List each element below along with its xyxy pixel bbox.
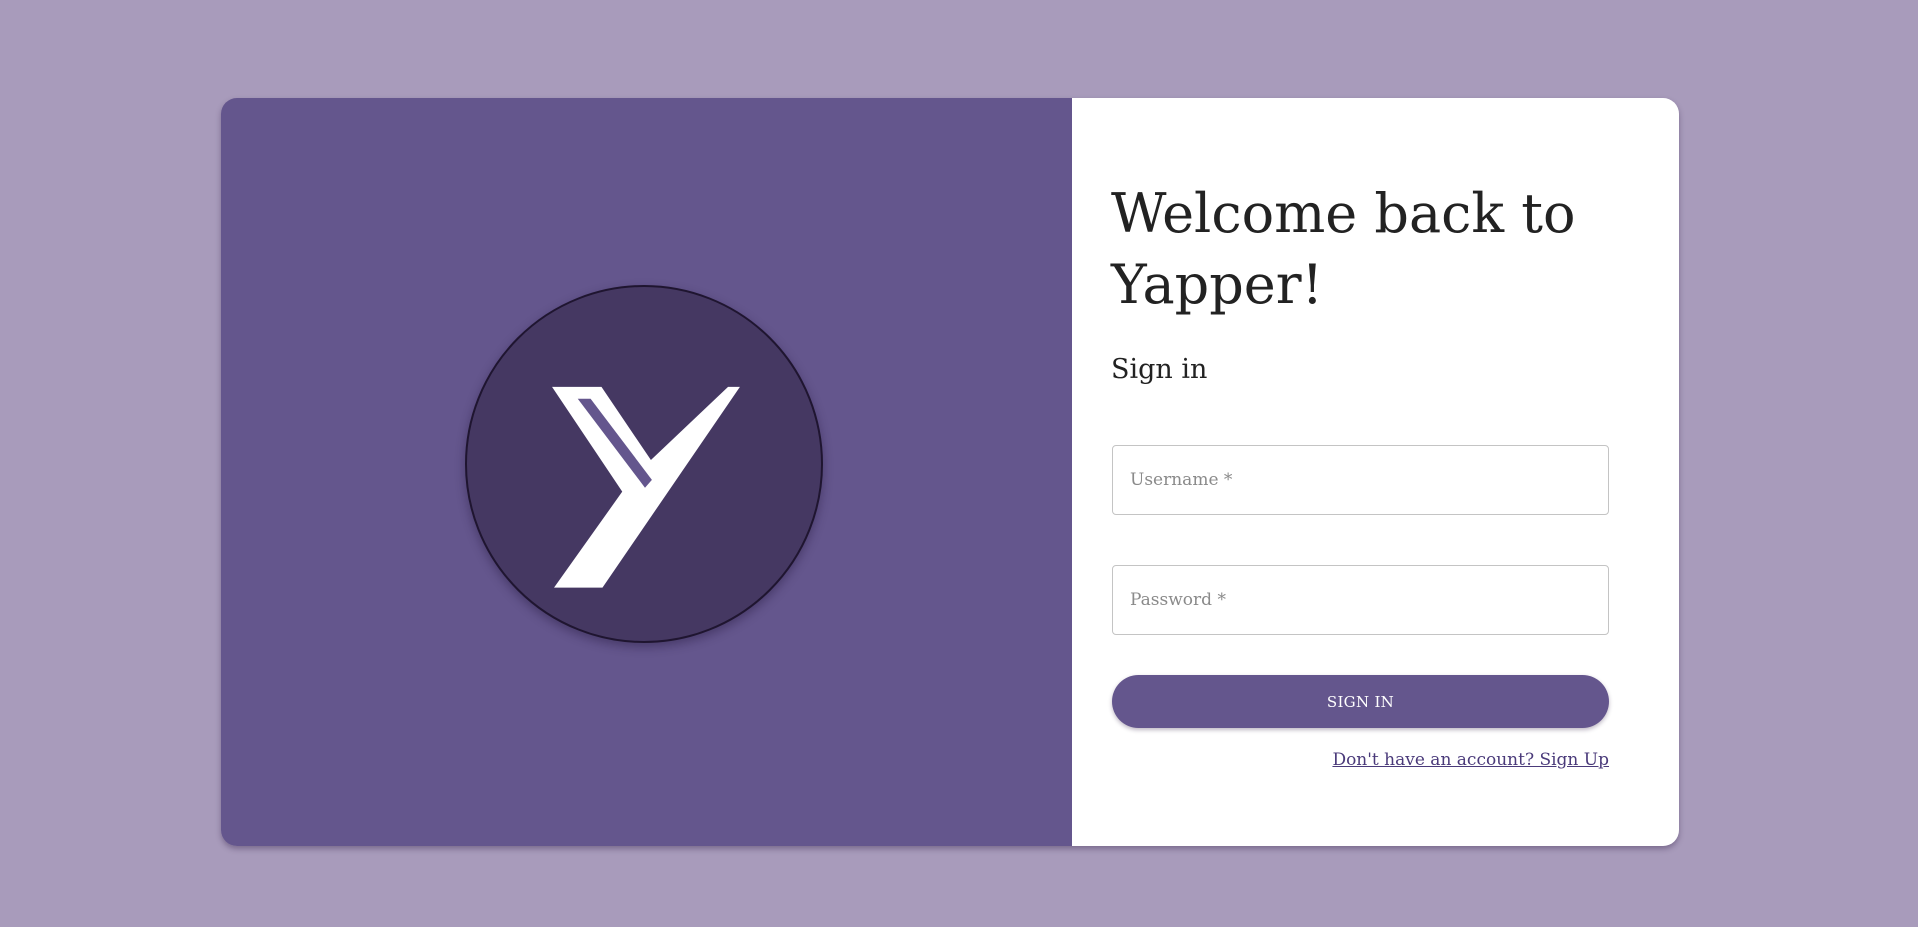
brand-panel: [221, 98, 1072, 846]
username-input[interactable]: [1113, 446, 1608, 514]
sign-in-button[interactable]: SIGN IN: [1112, 675, 1609, 728]
sign-up-link[interactable]: Don't have an account? Sign Up: [1332, 750, 1609, 770]
yapper-logo-icon: [465, 285, 823, 643]
username-field: [1112, 445, 1609, 515]
sign-in-form: Welcome back to Yapper! Sign in SIGN IN …: [1072, 98, 1679, 846]
sign-in-heading: Sign in: [1111, 354, 1208, 385]
welcome-title: Welcome back to Yapper!: [1111, 182, 1576, 316]
login-card: Welcome back to Yapper! Sign in SIGN IN …: [221, 98, 1679, 846]
y-letter-icon: [552, 386, 740, 588]
password-input[interactable]: [1113, 566, 1608, 634]
password-field: [1112, 565, 1609, 635]
